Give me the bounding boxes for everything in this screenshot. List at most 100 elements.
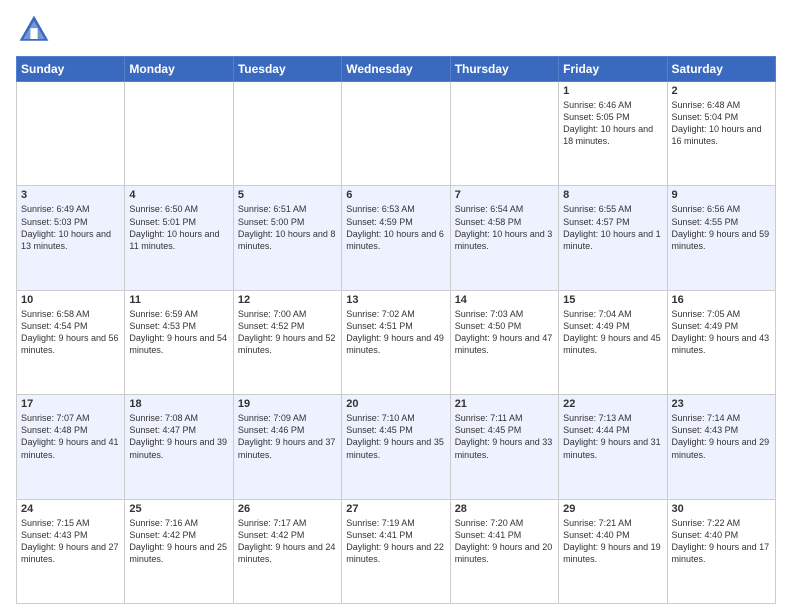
- day-number: 3: [21, 189, 120, 201]
- calendar-cell: 27Sunrise: 7:19 AM Sunset: 4:41 PM Dayli…: [342, 499, 450, 603]
- weekday-header-saturday: Saturday: [667, 57, 775, 82]
- day-number: 1: [563, 85, 662, 97]
- day-info: Sunrise: 7:11 AM Sunset: 4:45 PM Dayligh…: [455, 412, 554, 461]
- calendar-cell: [233, 82, 341, 186]
- calendar: SundayMondayTuesdayWednesdayThursdayFrid…: [16, 56, 776, 604]
- day-info: Sunrise: 6:55 AM Sunset: 4:57 PM Dayligh…: [563, 203, 662, 252]
- day-number: 9: [672, 189, 771, 201]
- day-number: 29: [563, 503, 662, 515]
- logo-icon: [16, 12, 52, 48]
- header: [16, 12, 776, 48]
- calendar-cell: 28Sunrise: 7:20 AM Sunset: 4:41 PM Dayli…: [450, 499, 558, 603]
- calendar-cell: 8 Sunrise: 6:55 AM Sunset: 4:57 PM Daylig…: [559, 186, 667, 290]
- week-row-2: 3 Sunrise: 6:49 AM Sunset: 5:03 PM Daylig…: [17, 186, 776, 290]
- day-number: 11: [129, 294, 228, 306]
- calendar-cell: 26Sunrise: 7:17 AM Sunset: 4:42 PM Dayli…: [233, 499, 341, 603]
- day-info: Sunrise: 7:08 AM Sunset: 4:47 PM Dayligh…: [129, 412, 228, 461]
- calendar-cell: 22Sunrise: 7:13 AM Sunset: 4:44 PM Dayli…: [559, 395, 667, 499]
- calendar-cell: 29 Sunrise: 7:21 AM Sunset: 4:40 PM Dayli…: [559, 499, 667, 603]
- calendar-cell: 2 Sunrise: 6:48 AM Sunset: 5:04 PM Daylig…: [667, 82, 775, 186]
- day-number: 12: [238, 294, 337, 306]
- calendar-cell: 3 Sunrise: 6:49 AM Sunset: 5:03 PM Daylig…: [17, 186, 125, 290]
- calendar-cell: 7Sunrise: 6:54 AM Sunset: 4:58 PM Daylig…: [450, 186, 558, 290]
- logo: [16, 12, 58, 48]
- day-info: Sunrise: 7:04 AM Sunset: 4:49 PM Dayligh…: [563, 308, 662, 357]
- calendar-cell: 9Sunrise: 6:56 AM Sunset: 4:55 PM Daylig…: [667, 186, 775, 290]
- day-info: Sunrise: 7:07 AM Sunset: 4:48 PM Dayligh…: [21, 412, 120, 461]
- weekday-header-sunday: Sunday: [17, 57, 125, 82]
- week-row-1: 1Sunrise: 6:46 AM Sunset: 5:05 PM Daylig…: [17, 82, 776, 186]
- day-info: Sunrise: 7:16 AM Sunset: 4:42 PM Dayligh…: [129, 517, 228, 566]
- day-info: Sunrise: 7:00 AM Sunset: 4:52 PM Dayligh…: [238, 308, 337, 357]
- calendar-cell: 18 Sunrise: 7:08 AM Sunset: 4:47 PM Dayli…: [125, 395, 233, 499]
- weekday-header-row: SundayMondayTuesdayWednesdayThursdayFrid…: [17, 57, 776, 82]
- calendar-cell: 24 Sunrise: 7:15 AM Sunset: 4:43 PM Dayli…: [17, 499, 125, 603]
- day-number: 10: [21, 294, 120, 306]
- day-number: 28: [455, 503, 554, 515]
- weekday-header-wednesday: Wednesday: [342, 57, 450, 82]
- calendar-cell: 6Sunrise: 6:53 AM Sunset: 4:59 PM Daylig…: [342, 186, 450, 290]
- calendar-cell: 12 Sunrise: 7:00 AM Sunset: 4:52 PM Dayli…: [233, 290, 341, 394]
- day-number: 25: [129, 503, 228, 515]
- week-row-3: 10 Sunrise: 6:58 AM Sunset: 4:54 PM Dayli…: [17, 290, 776, 394]
- day-info: Sunrise: 7:09 AM Sunset: 4:46 PM Dayligh…: [238, 412, 337, 461]
- calendar-cell: 13 Sunrise: 7:02 AM Sunset: 4:51 PM Dayli…: [342, 290, 450, 394]
- day-info: Sunrise: 7:02 AM Sunset: 4:51 PM Dayligh…: [346, 308, 445, 357]
- calendar-cell: 19 Sunrise: 7:09 AM Sunset: 4:46 PM Dayli…: [233, 395, 341, 499]
- day-number: 21: [455, 398, 554, 410]
- calendar-cell: 20 Sunrise: 7:10 AM Sunset: 4:45 PM Dayli…: [342, 395, 450, 499]
- weekday-header-tuesday: Tuesday: [233, 57, 341, 82]
- day-number: 19: [238, 398, 337, 410]
- calendar-cell: 16 Sunrise: 7:05 AM Sunset: 4:49 PM Dayli…: [667, 290, 775, 394]
- calendar-cell: 4 Sunrise: 6:50 AM Sunset: 5:01 PM Daylig…: [125, 186, 233, 290]
- day-number: 24: [21, 503, 120, 515]
- day-number: 13: [346, 294, 445, 306]
- day-number: 8: [563, 189, 662, 201]
- calendar-cell: 5Sunrise: 6:51 AM Sunset: 5:00 PM Daylig…: [233, 186, 341, 290]
- calendar-cell: 25 Sunrise: 7:16 AM Sunset: 4:42 PM Dayli…: [125, 499, 233, 603]
- day-info: Sunrise: 7:13 AM Sunset: 4:44 PM Dayligh…: [563, 412, 662, 461]
- day-info: Sunrise: 6:59 AM Sunset: 4:53 PM Dayligh…: [129, 308, 228, 357]
- day-number: 16: [672, 294, 771, 306]
- day-info: Sunrise: 6:50 AM Sunset: 5:01 PM Dayligh…: [129, 203, 228, 252]
- day-number: 2: [672, 85, 771, 97]
- calendar-cell: 11 Sunrise: 6:59 AM Sunset: 4:53 PM Dayli…: [125, 290, 233, 394]
- day-info: Sunrise: 6:48 AM Sunset: 5:04 PM Dayligh…: [672, 99, 771, 148]
- day-info: Sunrise: 7:10 AM Sunset: 4:45 PM Dayligh…: [346, 412, 445, 461]
- day-info: Sunrise: 6:49 AM Sunset: 5:03 PM Dayligh…: [21, 203, 120, 252]
- day-number: 15: [563, 294, 662, 306]
- day-number: 7: [455, 189, 554, 201]
- day-info: Sunrise: 7:15 AM Sunset: 4:43 PM Dayligh…: [21, 517, 120, 566]
- day-number: 26: [238, 503, 337, 515]
- day-info: Sunrise: 7:14 AM Sunset: 4:43 PM Dayligh…: [672, 412, 771, 461]
- calendar-cell: 23Sunrise: 7:14 AM Sunset: 4:43 PM Dayli…: [667, 395, 775, 499]
- calendar-cell: 15 Sunrise: 7:04 AM Sunset: 4:49 PM Dayli…: [559, 290, 667, 394]
- calendar-cell: 21 Sunrise: 7:11 AM Sunset: 4:45 PM Dayli…: [450, 395, 558, 499]
- page: SundayMondayTuesdayWednesdayThursdayFrid…: [0, 0, 792, 612]
- day-info: Sunrise: 7:21 AM Sunset: 4:40 PM Dayligh…: [563, 517, 662, 566]
- weekday-header-thursday: Thursday: [450, 57, 558, 82]
- day-number: 18: [129, 398, 228, 410]
- day-info: Sunrise: 7:03 AM Sunset: 4:50 PM Dayligh…: [455, 308, 554, 357]
- calendar-cell: 17 Sunrise: 7:07 AM Sunset: 4:48 PM Dayli…: [17, 395, 125, 499]
- day-info: Sunrise: 6:53 AM Sunset: 4:59 PM Dayligh…: [346, 203, 445, 252]
- weekday-header-friday: Friday: [559, 57, 667, 82]
- day-number: 17: [21, 398, 120, 410]
- day-info: Sunrise: 7:22 AM Sunset: 4:40 PM Dayligh…: [672, 517, 771, 566]
- week-row-4: 17 Sunrise: 7:07 AM Sunset: 4:48 PM Dayli…: [17, 395, 776, 499]
- day-info: Sunrise: 6:58 AM Sunset: 4:54 PM Dayligh…: [21, 308, 120, 357]
- weekday-header-monday: Monday: [125, 57, 233, 82]
- week-row-5: 24 Sunrise: 7:15 AM Sunset: 4:43 PM Dayli…: [17, 499, 776, 603]
- day-number: 30: [672, 503, 771, 515]
- calendar-cell: [17, 82, 125, 186]
- day-number: 5: [238, 189, 337, 201]
- calendar-cell: [450, 82, 558, 186]
- day-number: 4: [129, 189, 228, 201]
- calendar-cell: [342, 82, 450, 186]
- calendar-cell: 14Sunrise: 7:03 AM Sunset: 4:50 PM Dayli…: [450, 290, 558, 394]
- day-number: 20: [346, 398, 445, 410]
- calendar-cell: 30 Sunrise: 7:22 AM Sunset: 4:40 PM Dayli…: [667, 499, 775, 603]
- day-info: Sunrise: 7:19 AM Sunset: 4:41 PM Dayligh…: [346, 517, 445, 566]
- day-info: Sunrise: 7:05 AM Sunset: 4:49 PM Dayligh…: [672, 308, 771, 357]
- calendar-cell: [125, 82, 233, 186]
